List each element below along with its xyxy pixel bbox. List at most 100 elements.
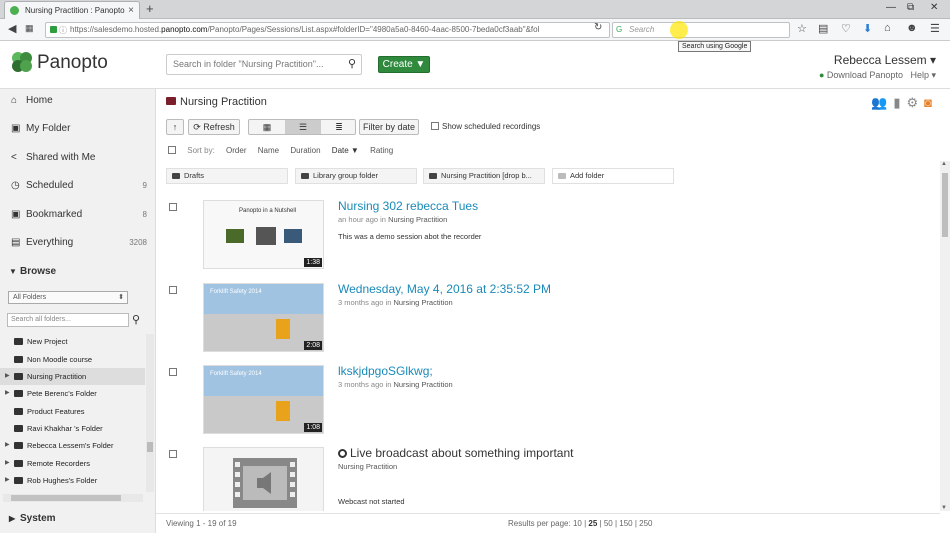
reading-list-icon[interactable]: ▦	[25, 23, 34, 34]
session-title[interactable]: Nursing 302 rebecca Tues	[338, 199, 478, 213]
thumbnail-view-icon[interactable]: ▦	[249, 120, 285, 134]
per-page-option[interactable]: 250	[639, 519, 652, 528]
share-users-icon[interactable]: 👥	[871, 95, 893, 110]
session-folder-link[interactable]: Nursing Practition	[393, 298, 452, 307]
session-thumbnail[interactable]: Panopto in a Nutshell 1:38	[203, 200, 324, 269]
scroll-up-icon[interactable]: ▲	[941, 161, 947, 167]
folder-tree-item[interactable]: Ravi Khakhar 's Folder	[0, 420, 145, 437]
up-folder-button[interactable]: ↑	[166, 119, 184, 135]
reading-list-icon[interactable]: ▤	[818, 22, 828, 35]
bookmark-star-icon[interactable]: ☆	[797, 22, 807, 35]
folder-filter-select[interactable]: All Folders ⬍	[8, 291, 128, 304]
scroll-down-icon[interactable]: ▼	[941, 505, 947, 511]
search-icon[interactable]: ⚲	[132, 313, 140, 326]
home-icon[interactable]: ⌂	[884, 22, 891, 34]
add-folder-button[interactable]: Add folder	[552, 168, 674, 184]
sidebar-item-home[interactable]: ⌂ Home	[0, 90, 155, 112]
session-folder-link[interactable]: Nursing Practition	[338, 462, 397, 471]
user-menu[interactable]: Rebecca Lessem ▾	[834, 53, 936, 67]
per-page-option-selected[interactable]: 25	[588, 519, 597, 528]
browse-section-toggle[interactable]: ▼ Browse	[0, 262, 155, 282]
folder-tree-item[interactable]: ▶ Rob Hughes's Folder	[0, 472, 145, 489]
folder-tree-item[interactable]: Non Moodle course	[0, 351, 145, 368]
session-thumbnail[interactable]	[203, 447, 324, 511]
rss-feed-icon[interactable]: ◙	[924, 95, 938, 110]
refresh-button[interactable]: ⟳ Refresh	[188, 119, 240, 135]
session-title[interactable]: lkskjdpgoSGlkwg;	[338, 364, 433, 378]
create-button[interactable]: Create ▼	[378, 56, 430, 73]
session-folder-link[interactable]: Nursing Practition	[388, 215, 447, 224]
expand-arrow-icon[interactable]: ▶	[5, 385, 10, 402]
folder-tree-item[interactable]: Product Features	[0, 403, 145, 420]
sort-rating[interactable]: Rating	[370, 146, 393, 155]
subfolder-chip[interactable]: Nursing Practition [drop b...	[423, 168, 545, 184]
sort-name[interactable]: Name	[258, 146, 279, 155]
folder-tree-scrollbar[interactable]	[146, 334, 154, 492]
sidebar-item-my-folder[interactable]: ▣ My Folder	[0, 118, 155, 140]
session-checkbox[interactable]	[169, 286, 177, 294]
reload-icon[interactable]: ↻	[594, 22, 602, 33]
session-checkbox[interactable]	[169, 450, 177, 458]
per-page-option[interactable]: 150	[619, 519, 632, 528]
download-icon[interactable]: ⬇	[863, 22, 872, 35]
scrollbar-thumb[interactable]	[11, 495, 121, 501]
main-scrollbar[interactable]: ▲ ▼	[940, 161, 950, 511]
folder-tree-item[interactable]: New Project	[0, 333, 145, 350]
expand-arrow-icon[interactable]: ▶	[5, 437, 10, 454]
subfolder-chip[interactable]: Drafts	[166, 168, 288, 184]
detail-view-icon[interactable]: ☰	[285, 120, 321, 134]
sidebar-item-shared[interactable]: < Shared with Me	[0, 147, 155, 169]
session-checkbox[interactable]	[169, 203, 177, 211]
per-page-option[interactable]: 50	[604, 519, 613, 528]
show-scheduled-toggle[interactable]: Show scheduled recordings	[431, 122, 540, 131]
session-thumbnail[interactable]: Forklift Safety 2014 2:08	[203, 283, 324, 352]
expand-arrow-icon[interactable]: ▶	[5, 368, 10, 385]
folder-tree-item-selected[interactable]: ▶ Nursing Practition	[0, 368, 145, 385]
folder-tree-item[interactable]: ▶ Pete Berenc's Folder	[0, 385, 145, 402]
expand-arrow-icon[interactable]: ▶	[5, 472, 10, 489]
close-icon[interactable]: ✕	[930, 2, 938, 13]
session-thumbnail[interactable]: Forklift Safety 2014 1:08	[203, 365, 324, 434]
folder-tree-item[interactable]: ▶ Remote Recorders	[0, 455, 145, 472]
show-scheduled-checkbox[interactable]	[431, 122, 439, 130]
help-link[interactable]: Help ▾	[910, 70, 936, 80]
download-panopto-link[interactable]: Download Panopto	[827, 70, 903, 80]
url-bar[interactable]: ⓘ https://salesdemo.hosted.panopto.com/P…	[45, 22, 610, 38]
new-tab-button[interactable]: +	[146, 1, 154, 16]
session-checkbox[interactable]	[169, 368, 177, 376]
scrollbar-thumb[interactable]	[942, 173, 948, 237]
sidebar-item-scheduled[interactable]: ◷ Scheduled 9	[0, 175, 155, 197]
menu-icon[interactable]: ☰	[930, 22, 940, 35]
browser-search-input[interactable]: G Search	[612, 22, 790, 38]
folder-search-input[interactable]: Search in folder "Nursing Practition"...…	[166, 54, 362, 75]
session-title[interactable]: Wednesday, May 4, 2016 at 2:35:52 PM	[338, 282, 551, 296]
sort-date[interactable]: Date ▼	[332, 146, 359, 155]
tab-close-icon[interactable]: ×	[128, 2, 134, 19]
system-section-toggle[interactable]: ▶ System	[0, 509, 155, 529]
minimize-icon[interactable]: —	[886, 2, 896, 13]
panopto-logo-icon[interactable]	[11, 51, 33, 73]
folder-tree-item[interactable]: ▶ Rebecca Lessem's Folder	[0, 437, 145, 454]
sidebar-item-bookmarked[interactable]: ▣ Bookmarked 8	[0, 204, 155, 226]
settings-gear-icon[interactable]: ⚙	[906, 95, 924, 110]
session-title[interactable]: Live broadcast about something important	[338, 447, 573, 460]
session-folder-link[interactable]: Nursing Practition	[393, 380, 452, 389]
search-icon[interactable]: ⚲	[348, 55, 356, 74]
back-icon[interactable]: ◀	[8, 22, 16, 35]
pocket-icon[interactable]: ♡	[841, 22, 851, 35]
sort-duration[interactable]: Duration	[290, 146, 320, 155]
per-page-option[interactable]: 10	[573, 519, 582, 528]
folder-tree-hscrollbar[interactable]	[3, 494, 143, 502]
browser-tab[interactable]: Nursing Practition : Panopto ×	[4, 1, 140, 19]
subfolder-chip[interactable]: Library group folder	[295, 168, 417, 184]
scrollbar-thumb[interactable]	[147, 442, 153, 452]
sync-icon[interactable]: ☻	[906, 22, 918, 34]
sort-order[interactable]: Order	[226, 146, 246, 155]
list-view-icon[interactable]: ≣	[321, 120, 357, 134]
search-all-folders-input[interactable]: Search all folders...	[7, 313, 129, 327]
sidebar-item-everything[interactable]: ▤ Everything 3208	[0, 232, 155, 254]
restore-icon[interactable]: ⧉	[907, 2, 914, 13]
filter-by-date-button[interactable]: Filter by date	[359, 119, 419, 135]
select-all-checkbox[interactable]	[168, 146, 176, 154]
expand-arrow-icon[interactable]: ▶	[5, 455, 10, 472]
